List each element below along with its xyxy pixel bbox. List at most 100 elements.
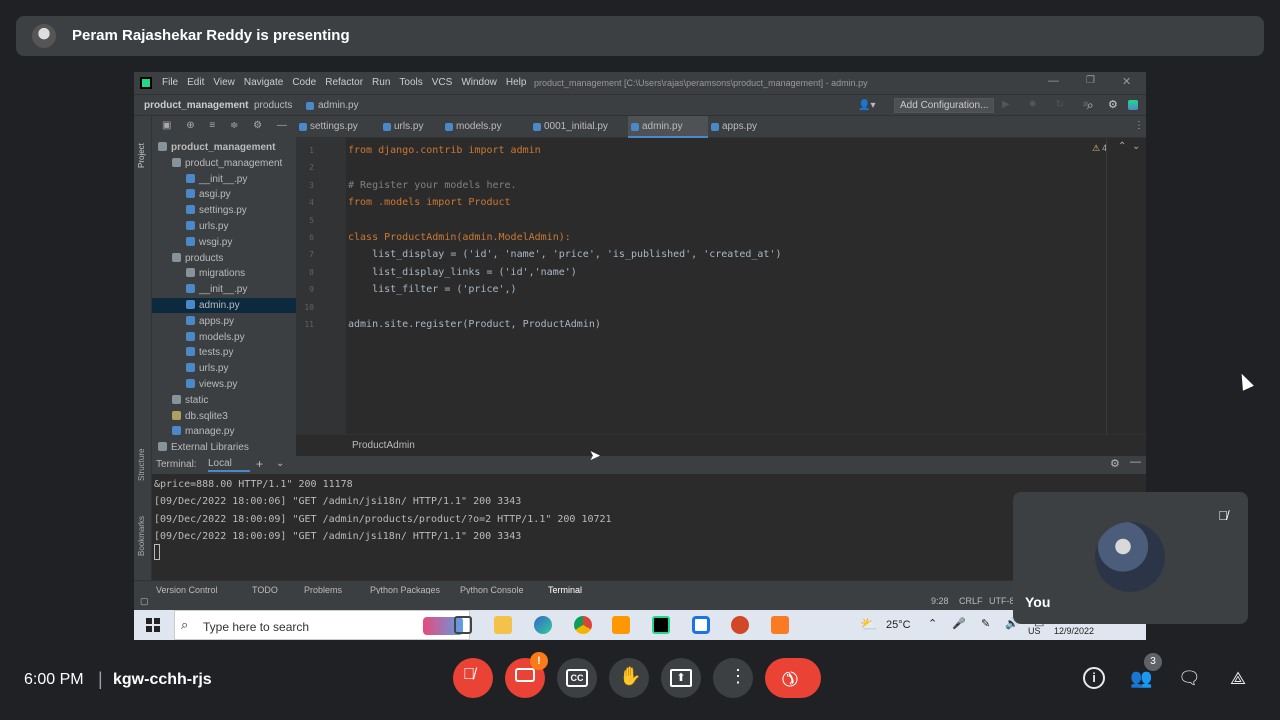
camera-toggle-button[interactable]: ! (505, 652, 548, 698)
more-tabs-icon[interactable]: ⋮ (1134, 120, 1144, 131)
tree-item-urls-py[interactable]: urls.py (186, 219, 228, 234)
user-icon[interactable]: 👤▾ (858, 100, 875, 111)
code-line[interactable]: from django.contrib import admin (348, 142, 541, 159)
leave-call-button[interactable]: ✆ (765, 658, 821, 698)
terminal-output[interactable]: &price=888.00 HTTP/1.1" 200 11178 [09/Dec… (152, 474, 1146, 580)
weather-icon[interactable]: ⛅ (860, 616, 877, 633)
pycharm-taskbar-icon[interactable] (652, 616, 670, 634)
code-editor[interactable]: ⚠ 4 ⌃ ⌄ 1 from django.contrib import admin… (296, 138, 1146, 434)
breadcrumb-project[interactable]: product_management (144, 100, 248, 111)
tree-item-external-libraries[interactable]: External Libraries (158, 440, 249, 455)
tree-item-manage-py[interactable]: manage.py (172, 424, 234, 439)
search-icon[interactable]: ⌕ (1087, 98, 1094, 113)
next-highlight-icon[interactable]: ⌄ (1132, 141, 1140, 152)
terminal-tab-local[interactable]: Local (208, 457, 250, 472)
close-icon[interactable]: ✕ (1122, 75, 1131, 88)
project-tool-tab[interactable]: Project (137, 143, 146, 168)
menu-item-tools[interactable]: Tools (399, 77, 422, 88)
prev-highlight-icon[interactable]: ⌃ (1118, 141, 1126, 152)
tree-item-static[interactable]: static (172, 393, 208, 408)
jetbrains-update-icon[interactable] (1128, 100, 1138, 110)
menu-item-edit[interactable]: Edit (187, 77, 204, 88)
tab-admin-py[interactable]: admin.py (628, 116, 708, 138)
taskbar-search-box[interactable]: ⌕ Type here to search (174, 610, 470, 640)
app-hex-icon[interactable] (692, 616, 710, 634)
meeting-details-icon[interactable]: i (1083, 667, 1105, 689)
code-line[interactable]: list_display_links = ('id','name') (348, 264, 577, 281)
tree-item-asgi-py[interactable]: asgi.py (186, 187, 231, 202)
menu-item-run[interactable]: Run (372, 77, 390, 88)
breadcrumb-file[interactable]: admin.py (318, 100, 359, 111)
tree-item-urls-py[interactable]: urls.py (186, 361, 228, 376)
present-screen-button[interactable]: ⬆ (661, 658, 701, 698)
tree-item-db-sqlite3[interactable]: db.sqlite3 (172, 409, 228, 424)
bookmarks-tool-tab[interactable]: Bookmarks (137, 516, 146, 556)
tree-item-apps-py[interactable]: apps.py (186, 314, 234, 329)
warning-icon[interactable]: ⚠ 4 (1092, 143, 1107, 154)
menu-item-help[interactable]: Help (506, 77, 527, 88)
tab-models-py[interactable]: models.py (442, 116, 530, 138)
tree-item--init-py[interactable]: __init__.py (186, 282, 247, 297)
tree-item-admin-py[interactable]: admin.py (152, 298, 296, 313)
code-line[interactable]: # Register your models here. (348, 177, 517, 194)
minimize-icon[interactable]: — (1048, 75, 1059, 87)
tab-0001-initial-py[interactable]: 0001_initial.py (530, 116, 628, 138)
code-line[interactable]: admin.site.register(Product, ProductAdmi… (348, 316, 601, 333)
file-explorer-icon[interactable] (494, 616, 512, 634)
chrome-browser-icon[interactable] (574, 616, 592, 634)
menu-item-view[interactable]: View (213, 77, 235, 88)
meeting-code[interactable]: kgw-cchh-rjs (113, 671, 212, 689)
restore-icon[interactable]: ❐ (1086, 75, 1095, 86)
add-configuration-button[interactable]: Add Configuration... (894, 98, 995, 113)
self-video-tile[interactable]: 🎙̸ You (1013, 492, 1248, 624)
taskbar-date[interactable]: 12/9/2022 (1054, 626, 1094, 636)
mic-toggle-button[interactable]: 🎙̸ (453, 658, 493, 698)
tree-item-wsgi-py[interactable]: wsgi.py (186, 235, 232, 250)
captions-button[interactable]: CC (557, 658, 597, 698)
weather-temp[interactable]: 25°C (886, 619, 911, 631)
menu-item-file[interactable]: File (162, 77, 178, 88)
tree-item-tests-py[interactable]: tests.py (186, 345, 233, 360)
tree-item--init-py[interactable]: __init__.py (186, 172, 247, 187)
taskbar-language[interactable]: US (1028, 626, 1041, 636)
tab-apps-py[interactable]: apps.py (708, 116, 778, 138)
status-line-separator[interactable]: CRLF (959, 596, 983, 606)
terminal-dropdown-icon[interactable]: ⌄ (276, 458, 284, 469)
status-position[interactable]: 9:28 (931, 596, 949, 606)
tree-item-migrations[interactable]: migrations (186, 266, 245, 281)
terminal-settings-icon[interactable]: ⚙ (1110, 457, 1120, 470)
more-options-button[interactable]: ⋮ (713, 658, 753, 698)
tree-item-product-management[interactable]: product_management (158, 140, 275, 155)
windows-start-icon[interactable] (146, 618, 160, 632)
tab-settings-py[interactable]: settings.py (296, 116, 380, 138)
add-terminal-icon[interactable]: + (256, 457, 263, 471)
chat-icon[interactable]: 🗨 (1178, 667, 1201, 689)
menu-item-refactor[interactable]: Refactor (325, 77, 363, 88)
xampp-icon[interactable] (771, 616, 789, 634)
tree-item-models-py[interactable]: models.py (186, 330, 245, 345)
status-layout-icon[interactable]: ▢ (140, 596, 149, 607)
tree-item-products[interactable]: products (172, 251, 223, 266)
code-line[interactable]: from .models import Product (348, 194, 511, 211)
menu-item-vcs[interactable]: VCS (432, 77, 453, 88)
settings-gear-icon[interactable]: ⚙ (1108, 98, 1118, 111)
raise-hand-button[interactable]: ✋ (609, 658, 649, 698)
tree-item-settings-py[interactable]: settings.py (186, 203, 247, 218)
status-encoding[interactable]: UTF-8 (989, 596, 1015, 606)
code-line[interactable]: list_display = ('id', 'name', 'price', '… (348, 246, 781, 263)
sublime-text-icon[interactable] (612, 616, 630, 634)
edge-browser-icon[interactable] (534, 616, 552, 634)
terminal-hide-icon[interactable]: — (1130, 456, 1141, 468)
menu-item-window[interactable]: Window (461, 77, 497, 88)
tree-item-views-py[interactable]: views.py (186, 377, 237, 392)
tree-item-product-management[interactable]: product_management (172, 156, 282, 171)
menu-item-code[interactable]: Code (292, 77, 316, 88)
code-line[interactable]: class ProductAdmin(admin.ModelAdmin): (348, 229, 571, 246)
structure-tool-tab[interactable]: Structure (137, 449, 146, 481)
task-view-icon[interactable] (454, 616, 472, 634)
code-line[interactable]: list_filter = ('price',) (348, 281, 517, 298)
activities-icon[interactable]: ⟁ (1227, 667, 1249, 689)
menu-item-navigate[interactable]: Navigate (244, 77, 283, 88)
tab-urls-py[interactable]: urls.py (380, 116, 442, 138)
editor-breadcrumb[interactable]: ProductAdmin (352, 440, 415, 451)
